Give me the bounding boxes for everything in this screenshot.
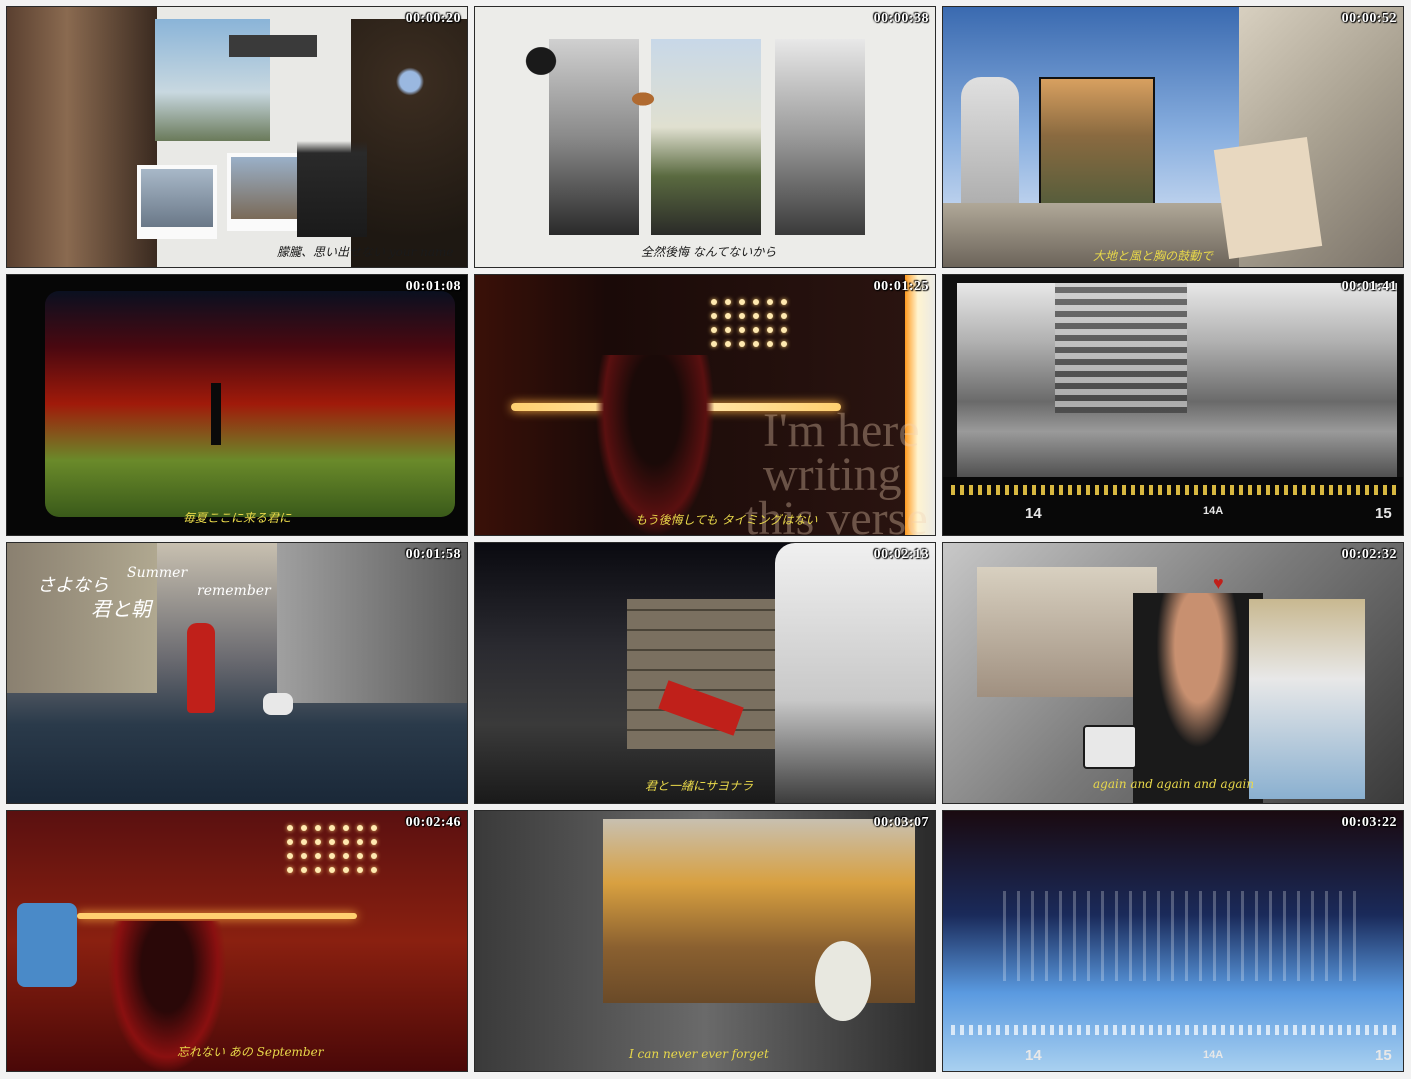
white-van [775,543,935,803]
frame-number: 14 [1025,505,1042,522]
timestamp: 00:02:46 [405,815,461,830]
light-grid [711,299,787,347]
frame-number: 14A [1203,1049,1224,1061]
figure-silhouette [211,383,221,445]
figure-silhouette [595,355,715,535]
lyric-caption: 朦朧、思い出せない your name [277,245,454,259]
thumbnail-7[interactable]: さよなら Summer 君と朝 remember 00:01:58 [6,542,468,804]
portrait-cutout [1133,593,1263,803]
film-barcode [951,485,1397,495]
lyric-caption: 忘れない あの September [177,1045,324,1059]
overlay-text-4: remember [197,583,271,599]
bird-icon [623,87,663,111]
frame-number: 15 [1375,1047,1392,1064]
lyric-caption: again and again and again [1093,777,1255,791]
timestamp: 00:01:58 [405,547,461,562]
man-suitcase-photo [1249,599,1365,799]
lyric-caption: もう後悔しても タイミングはない [635,513,818,527]
illuminated-card [1213,136,1323,260]
frame-number: 15 [1375,505,1392,522]
thumbnail-4[interactable]: 00:01:08 毎夏ここに来る君に [6,274,468,536]
fountain-statue [297,117,367,237]
thumbnail-5[interactable]: I'm here writing this verse 00:01:25 もう後… [474,274,936,536]
thumbnail-1[interactable]: 00:00:20 朦朧、思い出せない your name [6,6,468,268]
bird-icon [515,37,567,77]
lyric-caption: I can never ever forget [629,1047,769,1061]
filmstrip: 14 14A 15 [943,477,1403,535]
frame-number: 14A [1203,505,1224,517]
sculpture-strip [229,35,317,57]
thumbnail-grid: 00:00:20 朦朧、思い出せない your name 00:00:38 全然… [6,6,1405,1073]
thumbnail-2[interactable]: 00:00:38 全然後悔 なんてないから [474,6,936,268]
thumbnail-3[interactable]: 00:00:52 大地と風と胸の鼓動で [942,6,1404,268]
tower-selfie-panel [651,39,761,235]
aerial-photo [1039,77,1155,223]
alley-photo [7,7,157,267]
timestamp: 00:00:38 [873,11,929,26]
buildings-right [277,543,467,703]
blue-card [17,903,77,987]
timestamp: 00:03:22 [1341,815,1397,830]
thumbnail-12[interactable]: 14 14A 15 00:03:22 [942,810,1404,1072]
lyric-caption: 大地と風と胸の鼓動で [1093,249,1214,263]
dome-photo [351,19,467,267]
house-panel [775,39,865,235]
overlay-text-3: 君と朝 [91,597,151,621]
timestamp: 00:01:41 [1341,279,1397,294]
light-row [77,913,357,919]
timestamp: 00:03:07 [873,815,929,830]
selfie-photo [977,567,1157,697]
lyric-caption: 君と一緒にサヨナラ [645,779,754,793]
thumbnail-10[interactable]: 00:02:46 忘れない あの September [6,810,468,1072]
thumbnail-9[interactable]: ♥ 00:02:32 again and again and again [942,542,1404,804]
timestamp: 00:02:32 [1341,547,1397,562]
dog [263,693,293,715]
polaroid-city [227,153,301,231]
frame-number: 14 [1025,1047,1042,1064]
timestamp: 00:01:25 [873,279,929,294]
lyric-caption: 毎夏ここに来る君に [183,511,292,525]
figure-red-coat [187,623,215,713]
cathedral-facade [1055,283,1187,413]
thumbnail-11[interactable]: 00:03:07 I can never ever forget [474,810,936,1072]
film-barcode [951,1025,1397,1035]
overlay-text-2: writing [763,448,902,501]
timestamp: 00:00:52 [1341,11,1397,26]
lyric-caption: 全然後悔 なんてないから [641,245,777,259]
overlay-text-1: I'm here [763,404,920,457]
camera-icon [1083,725,1137,769]
light-grid [287,825,377,873]
timestamp: 00:01:08 [405,279,461,294]
wall-photo [627,599,775,749]
timestamp: 00:00:20 [405,11,461,26]
timestamp: 00:02:13 [873,547,929,562]
polaroid-lake [137,165,217,239]
city-lights [1003,891,1363,981]
overlay-text-2: Summer [127,565,188,581]
thumbnail-6[interactable]: 14 14A 15 00:01:41 [942,274,1404,536]
violin-cutout [815,941,871,1021]
field-frame [45,291,455,517]
thumbnail-8[interactable]: 00:02:13 君と一緒にサヨナラ [474,542,936,804]
heart-icon: ♥ [1213,573,1224,593]
